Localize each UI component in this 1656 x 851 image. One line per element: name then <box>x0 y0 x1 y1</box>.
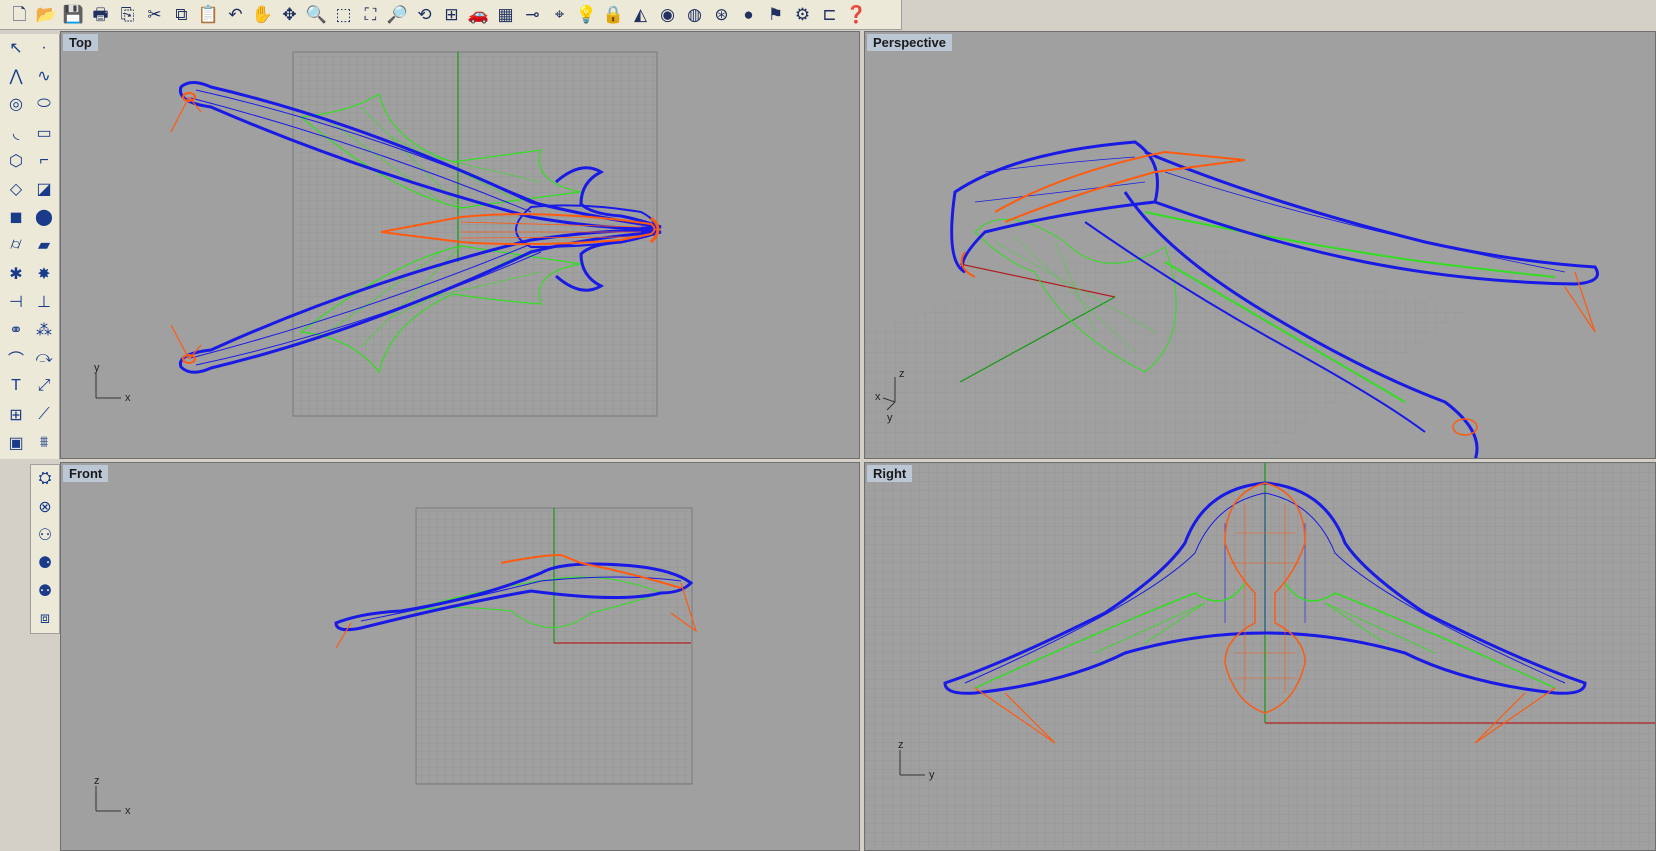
layers-icon[interactable]: ◭ <box>627 2 654 28</box>
perspective-view-canvas: z x y <box>865 140 1599 458</box>
print-icon[interactable]: 🖶 <box>87 2 114 28</box>
box-icon[interactable]: ◼ <box>2 203 30 231</box>
polygon-icon[interactable]: ⬡ <box>2 147 30 175</box>
select-arrow-icon[interactable]: ↖ <box>2 34 30 62</box>
left-tool-palette: ↖ · ⋀ ∿ ◎ ⬭ ◟ ▭ ⬡ ⌐ ◇ ◪ ◼ ⬤ ⌭ ▰ ✱ ✸ ⊣ ⊥ ⚭ ⁂ ⌒ ⤼ T ⤢ ⊞ ⟋ ▣ ⩩ <box>0 34 60 459</box>
paste-icon[interactable]: 📋 <box>195 2 222 28</box>
viewport-front[interactable]: Front x z <box>60 462 860 851</box>
sphere-icon[interactable]: ⬤ <box>30 203 58 231</box>
settings-gear-icon[interactable]: ⚙ <box>789 2 816 28</box>
point-icon[interactable]: · <box>30 34 58 62</box>
render-light-icon[interactable]: ⚉ <box>31 577 59 605</box>
open-folder-icon[interactable]: 📂 <box>33 2 60 28</box>
viewport-perspective[interactable]: Perspective z x y <box>864 31 1656 459</box>
undo-icon[interactable]: ↶ <box>222 2 249 28</box>
hierarchy-icon[interactable]: ⊏ <box>816 2 843 28</box>
color-wheel-icon[interactable]: ◉ <box>654 2 681 28</box>
cut-icon[interactable]: ✂ <box>141 2 168 28</box>
undo-view-icon[interactable]: ⟲ <box>411 2 438 28</box>
zoom-window-icon[interactable]: ⬚ <box>330 2 357 28</box>
save-icon[interactable]: 💾 <box>60 2 87 28</box>
help-icon[interactable]: ❓ <box>843 2 870 28</box>
viewport-title-right[interactable]: Right <box>867 465 913 482</box>
offset-icon[interactable]: ⤼ <box>30 344 58 372</box>
fillet-icon[interactable]: ⌒ <box>2 344 30 372</box>
copy-icon[interactable]: ⧉ <box>168 2 195 28</box>
array-icon[interactable]: ⊞ <box>2 400 30 428</box>
viewport-top[interactable]: Top x y <box>60 31 860 459</box>
extrude-surface-icon[interactable]: ◪ <box>30 175 58 203</box>
join-icon[interactable]: ⚭ <box>2 316 30 344</box>
lock-icon[interactable]: 🔒 <box>600 2 627 28</box>
explode-icon[interactable]: ✸ <box>30 260 58 288</box>
flag-icon[interactable]: ⚑ <box>762 2 789 28</box>
render-window-icon[interactable]: ⧈ <box>31 605 59 633</box>
trim-icon[interactable]: ⊣ <box>2 288 30 316</box>
viewport-title-perspective[interactable]: Perspective <box>867 34 952 51</box>
main-toolbar: 🗋 📂 💾 🖶 ⎘ ✂ ⧉ 📋 ↶ ✋ ✥ 🔍 ⬚ ⛶ 🔎 ⟲ ⊞ 🚗 ▦ ⊸ ⌖ 💡 🔒 ◭ ◉ ◍ ⊛ ● ⚑ ⚙ ⊏ ❓ <box>0 0 902 30</box>
pan-hand-icon[interactable]: ✋ <box>249 2 276 28</box>
svg-text:x: x <box>125 805 131 817</box>
fillet-curve-icon[interactable]: ⌐ <box>30 147 58 175</box>
dimension-icon[interactable]: ⟋ <box>30 400 58 428</box>
svg-text:z: z <box>899 368 905 380</box>
viewport-title-front[interactable]: Front <box>63 465 109 482</box>
render-sphere-icon[interactable]: ● <box>735 2 762 28</box>
render-material-icon[interactable]: ⚈ <box>31 549 59 577</box>
zoom-selected-icon[interactable]: 🔎 <box>384 2 411 28</box>
viewport-title-top[interactable]: Top <box>63 34 98 51</box>
new-file-icon[interactable]: 🗋 <box>6 2 33 28</box>
block-icon[interactable]: ▣ <box>2 429 30 457</box>
svg-text:x: x <box>875 391 881 403</box>
wireframe-sphere-icon[interactable]: ◍ <box>681 2 708 28</box>
curve-icon[interactable]: ∿ <box>30 62 58 90</box>
rectangle-icon[interactable]: ▭ <box>30 119 58 147</box>
car-object-icon[interactable]: 🚗 <box>465 2 492 28</box>
zoom-icon[interactable]: 🔍 <box>303 2 330 28</box>
render-camera-icon[interactable]: ⛭ <box>31 465 59 493</box>
osnap-icon[interactable]: ⌖ <box>546 2 573 28</box>
light-bulb-icon[interactable]: 💡 <box>573 2 600 28</box>
split-icon[interactable]: ⊥ <box>30 288 58 316</box>
rotate-view-icon[interactable]: ✥ <box>276 2 303 28</box>
viewport-right[interactable]: Right y z <box>864 462 1656 851</box>
arc-icon[interactable]: ◟ <box>2 119 30 147</box>
group-icon[interactable]: ⁂ <box>30 316 58 344</box>
circle-icon[interactable]: ◎ <box>2 90 30 118</box>
svg-text:z: z <box>898 739 904 751</box>
polyline-icon[interactable]: ⋀ <box>2 62 30 90</box>
ghosted-sphere-icon[interactable]: ⊛ <box>708 2 735 28</box>
svg-text:y: y <box>94 362 100 374</box>
render-stop-icon[interactable]: ⊗ <box>31 493 59 521</box>
four-viewports-icon[interactable]: ⊞ <box>438 2 465 28</box>
boolean-icon[interactable]: ✱ <box>2 260 30 288</box>
svg-text:x: x <box>125 392 131 404</box>
render-settings-icon[interactable]: ⚇ <box>31 521 59 549</box>
ellipse-icon[interactable]: ⬭ <box>30 90 58 118</box>
grid-plane-icon[interactable]: ▦ <box>492 2 519 28</box>
right-view-canvas: y z <box>865 463 1655 850</box>
analyze-icon[interactable]: ⩩ <box>30 429 58 457</box>
svg-text:y: y <box>887 412 893 424</box>
svg-text:y: y <box>929 769 935 781</box>
scale-icon[interactable]: ⤢ <box>30 372 58 400</box>
render-tool-palette: ⛭ ⊗ ⚇ ⚈ ⚉ ⧈ <box>30 464 60 634</box>
distance-icon[interactable]: ⊸ <box>519 2 546 28</box>
cylinder-icon[interactable]: ⌭ <box>2 231 30 259</box>
front-view-canvas: x z <box>94 507 698 817</box>
svg-text:z: z <box>94 775 100 787</box>
export-icon[interactable]: ⎘ <box>114 2 141 28</box>
top-view-canvas: x y <box>94 51 662 417</box>
text-icon[interactable]: T <box>2 372 30 400</box>
zoom-extents-icon[interactable]: ⛶ <box>357 2 384 28</box>
surface-icon[interactable]: ◇ <box>2 175 30 203</box>
mesh-plane-icon[interactable]: ▰ <box>30 231 58 259</box>
